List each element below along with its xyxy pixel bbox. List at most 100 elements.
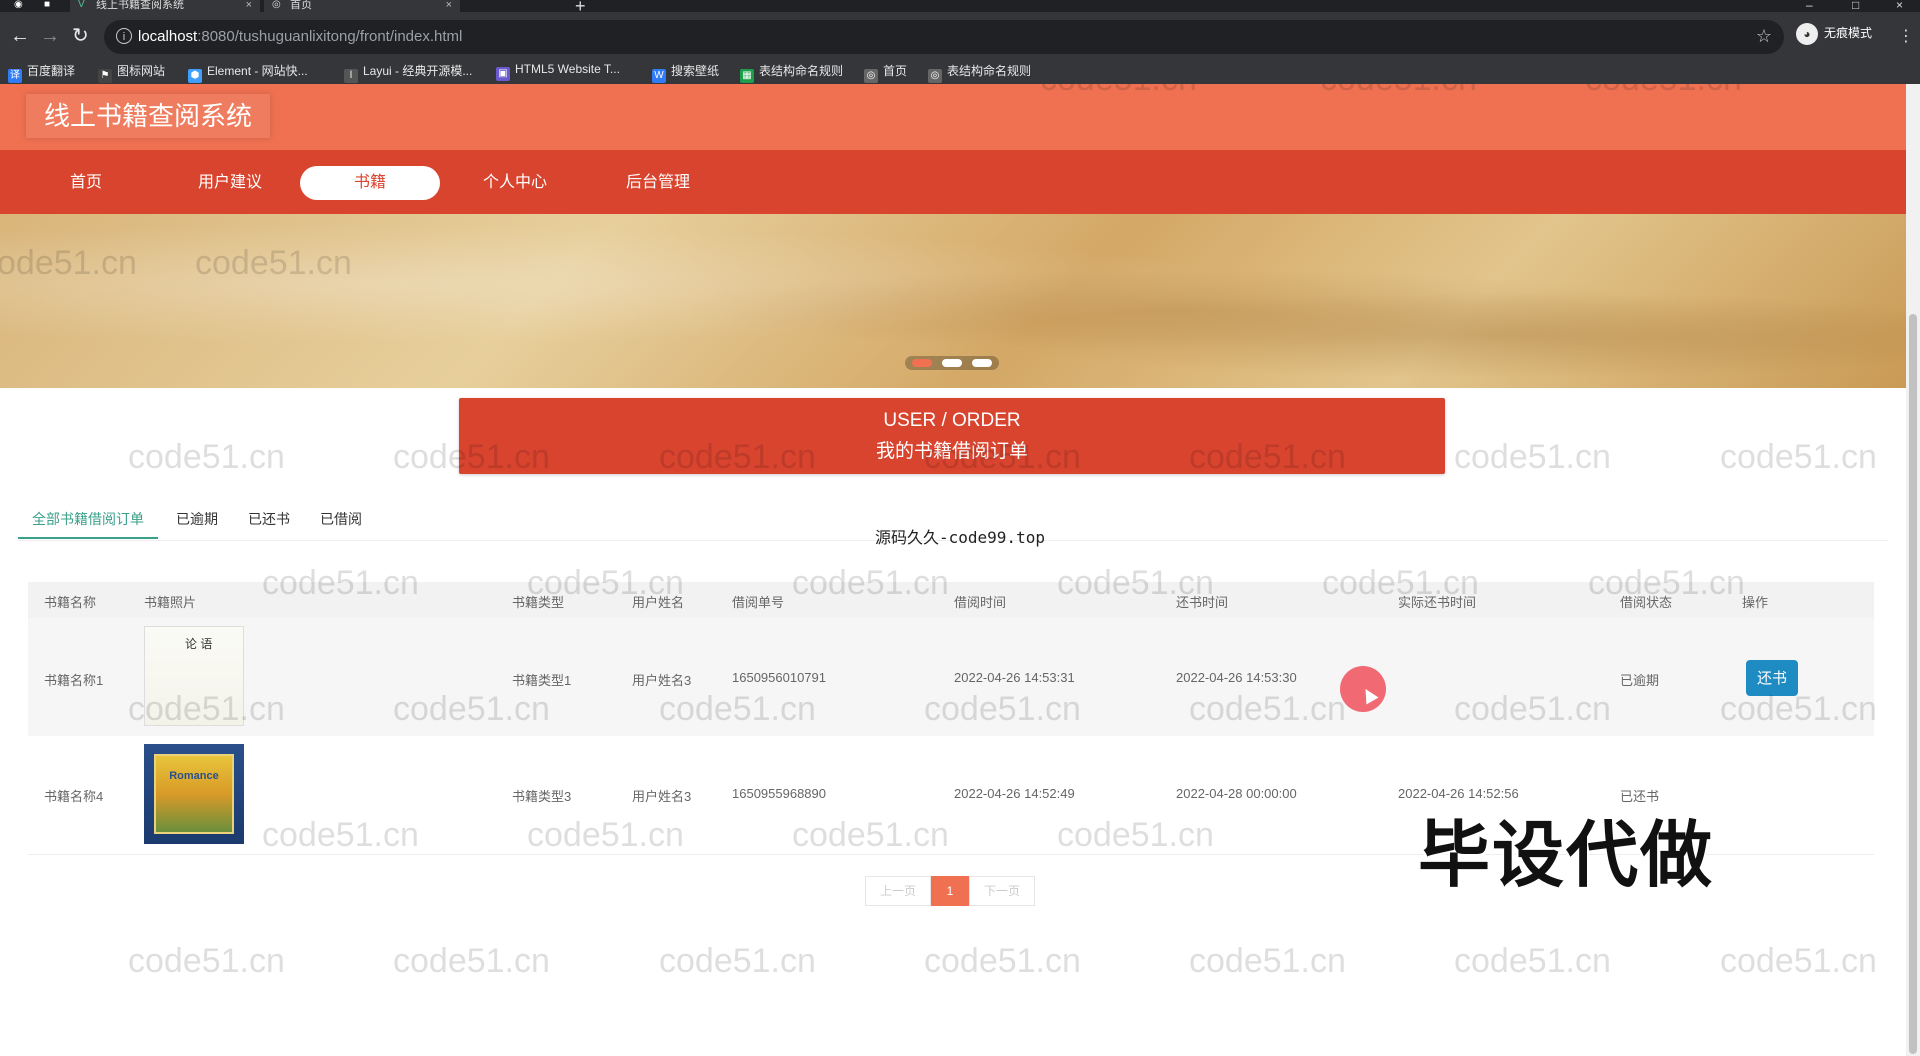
browser-tab-title: 线上书籍查阅系统: [96, 0, 184, 11]
globe-icon: ◎: [928, 69, 942, 83]
browser-menu-icon[interactable]: ⋮: [1898, 26, 1914, 46]
reload-icon[interactable]: ↻: [72, 26, 89, 46]
watermark: code51.cn: [393, 942, 550, 980]
cell-book-type: 书籍类型3: [512, 789, 572, 804]
prev-page-button[interactable]: 上一页: [865, 876, 931, 906]
incognito-icon: ◕: [1796, 23, 1818, 45]
page-scrollbar[interactable]: [1906, 84, 1920, 1056]
main-nav: 首页 用户建议 书籍 个人中心 后台管理: [0, 150, 1906, 214]
watermark: code51.cn: [128, 942, 285, 980]
layui-icon: l: [344, 69, 358, 83]
cell-return-time: 2022-04-28 00:00:00: [1176, 786, 1297, 801]
bookmark-item[interactable]: 译百度翻译: [8, 62, 75, 83]
bookmark-item[interactable]: ◎ 表结构命名规则: [928, 62, 1031, 83]
carousel-banner: [0, 214, 1906, 388]
watermark: code51.cn: [1454, 438, 1611, 476]
vue-favicon-icon: V: [78, 0, 85, 10]
nav-personal-center[interactable]: 个人中心: [445, 166, 585, 200]
table-row: 书籍名称1 论 语 书籍类型1 用户姓名3 1650956010791 2022…: [28, 618, 1874, 736]
chrome-icon[interactable]: ◉: [14, 0, 26, 10]
nav-home[interactable]: 首页: [16, 166, 156, 200]
overlay-caption: 毕设代做: [1418, 816, 1715, 896]
bookmark-item[interactable]: ⬢ Element - 网站快...: [188, 62, 308, 83]
cell-borrow-time: 2022-04-26 14:52:49: [954, 786, 1075, 801]
cell-return-time: 2022-04-26 14:53:30: [1176, 670, 1297, 685]
tab-close-icon[interactable]: ×: [446, 0, 452, 11]
close-window-icon[interactable]: ×: [1896, 0, 1903, 12]
col-book-type: 书籍类型: [512, 595, 565, 610]
bookmark-star-icon[interactable]: ☆: [1756, 26, 1772, 47]
watermark: code51.cn: [924, 942, 1081, 980]
new-tab-button[interactable]: +: [575, 0, 586, 12]
col-book-photo: 书籍照片: [144, 595, 197, 610]
bookmark-item[interactable]: ▣ HTML5 Website T...: [496, 62, 620, 81]
nav-books[interactable]: 书籍: [300, 166, 440, 200]
tab-close-icon[interactable]: ×: [246, 0, 252, 11]
watermark: code51.cn: [128, 438, 285, 476]
globe-favicon-icon: ◎: [272, 0, 281, 10]
tab-search-icon[interactable]: ■: [44, 0, 56, 10]
html5-icon: ▣: [496, 67, 510, 81]
bookmark-item[interactable]: ⚑ 图标网站: [98, 62, 165, 83]
col-user-name: 用户姓名: [632, 595, 685, 610]
bookmark-item[interactable]: l Layui - 经典开源模...: [344, 62, 472, 83]
source-note: 源码久久-code99.top: [875, 528, 1045, 547]
col-borrow-time: 借阅时间: [954, 595, 1007, 610]
col-status: 借阅状态: [1620, 595, 1673, 610]
cell-book-name: 书籍名称1: [44, 673, 104, 688]
tab-overdue[interactable]: 已逾期: [176, 504, 218, 539]
nav-suggestions[interactable]: 用户建议: [160, 166, 300, 200]
browser-tab-site[interactable]: V 线上书籍查阅系统 ×: [70, 0, 260, 12]
carousel-dot[interactable]: [912, 359, 932, 367]
watermark: code51.cn: [1189, 942, 1346, 980]
col-action: 操作: [1742, 595, 1769, 610]
section-title-box: USER / ORDER 我的书籍借阅订单: [459, 398, 1445, 474]
watermark: code51.cn: [1720, 438, 1877, 476]
maximize-icon[interactable]: □: [1852, 0, 1859, 12]
return-book-button[interactable]: 还书: [1746, 660, 1798, 696]
url-text[interactable]: localhost:8080/tushuguanlixitong/front/i…: [138, 28, 462, 45]
back-arrow-icon[interactable]: ←: [10, 26, 30, 46]
tab-all-orders[interactable]: 全部书籍借阅订单: [18, 504, 158, 539]
cell-book-name: 书籍名称4: [44, 789, 104, 804]
scrollbar-thumb[interactable]: [1909, 314, 1917, 1054]
carousel-dot[interactable]: [972, 359, 992, 367]
site-info-icon[interactable]: i: [116, 28, 132, 44]
wallpaper-icon: W: [652, 69, 666, 83]
globe-icon: ◎: [864, 69, 878, 83]
cell-status: 已逾期: [1620, 673, 1660, 688]
url-input[interactable]: i localhost:8080/tushuguanlixitong/front…: [104, 20, 1784, 54]
tab-returned[interactable]: 已还书: [248, 504, 290, 539]
section-title-zh: 我的书籍借阅订单: [875, 441, 1028, 462]
carousel-dot[interactable]: [942, 359, 962, 367]
cell-user-name: 用户姓名3: [632, 673, 692, 688]
cell-book-type: 书籍类型1: [512, 673, 572, 688]
element-icon: ⬢: [188, 69, 202, 83]
cell-borrow-time: 2022-04-26 14:53:31: [954, 670, 1075, 685]
carousel-indicators: [905, 356, 999, 370]
web-page: 线上书籍查阅系统 首页 用户建议 书籍 个人中心 后台管理 USER / ORD…: [0, 84, 1906, 1056]
tab-borrowed[interactable]: 已借阅: [320, 504, 362, 539]
col-order-no: 借阅单号: [732, 595, 785, 610]
next-page-button[interactable]: 下一页: [969, 876, 1035, 906]
section-title-en: USER / ORDER: [883, 410, 1021, 431]
browser-tab-title: 首页: [290, 0, 312, 11]
bookmark-item[interactable]: ▦ 表结构命名规则: [740, 62, 843, 83]
incognito-indicator[interactable]: ◕ 无痕模式: [1796, 23, 1872, 45]
watermark: code51.cn: [1720, 942, 1877, 980]
cell-order-no: 1650956010791: [732, 670, 826, 685]
site-title: 线上书籍查阅系统: [26, 94, 271, 138]
bookmarks-bar: 译百度翻译 ⚑ 图标网站 ⬢ Element - 网站快... l Layui - 经…: [0, 56, 1920, 84]
flag-icon: ⚑: [98, 69, 112, 83]
page-number-button[interactable]: 1: [931, 876, 969, 906]
nav-admin[interactable]: 后台管理: [588, 166, 728, 200]
bookmark-item[interactable]: ◎ 首页: [864, 62, 907, 83]
browser-tab-home[interactable]: ◎ 首页 ×: [264, 0, 460, 12]
minimize-icon[interactable]: –: [1806, 0, 1813, 12]
translate-icon: 译: [8, 69, 22, 83]
sheet-icon: ▦: [740, 69, 754, 83]
col-return-time: 还书时间: [1176, 595, 1229, 610]
bookmark-item[interactable]: W 搜索壁纸: [652, 62, 719, 83]
forward-arrow-icon[interactable]: →: [40, 26, 60, 46]
watermark: code51.cn: [659, 942, 816, 980]
